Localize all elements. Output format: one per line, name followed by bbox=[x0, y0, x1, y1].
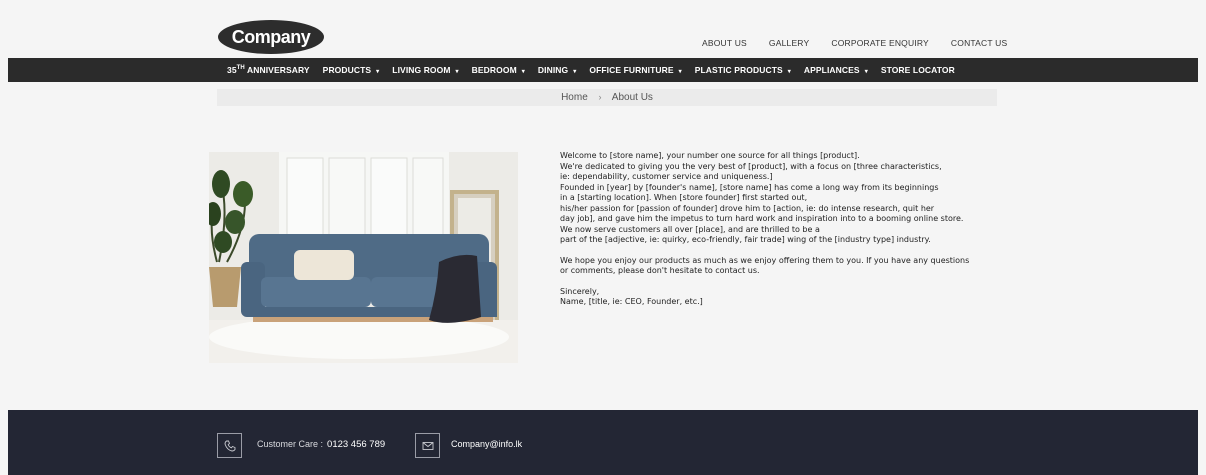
footer: Customer Care :0123 456 789 Company@info… bbox=[8, 410, 1198, 475]
nav-item-products[interactable]: PRODUCTS ▾ bbox=[323, 65, 380, 75]
nav-label: STORE LOCATOR bbox=[880, 65, 955, 75]
customer-care-phone[interactable]: 0123 456 789 bbox=[327, 439, 385, 450]
nav-item-appliances[interactable]: APPLIANCES ▾ bbox=[804, 65, 868, 75]
caret-down-icon: ▾ bbox=[787, 69, 791, 75]
anniversary-label: ANNIVERSARY bbox=[244, 65, 310, 75]
main-nav: 35th ANNIVERSARY PRODUCTS ▾ LIVING ROOM ▾ … bbox=[8, 58, 1198, 82]
about-paragraph-intro: Welcome to [store name], your number one… bbox=[560, 151, 1020, 246]
nav-item-living-room[interactable]: LIVING ROOM ▾ bbox=[392, 65, 458, 75]
customer-care-label: Customer Care : bbox=[257, 439, 324, 449]
about-line: in a [starting location]. When [store fo… bbox=[560, 193, 808, 202]
about-paragraph-enjoy: We hope you enjoy our products as much a… bbox=[560, 256, 1020, 277]
about-line: We hope you enjoy our products as much a… bbox=[560, 255, 970, 265]
caret-down-icon: ▾ bbox=[573, 69, 577, 75]
nav-label: APPLIANCES bbox=[803, 65, 860, 75]
phone-icon[interactable] bbox=[217, 433, 242, 458]
caret-down-icon: ▾ bbox=[521, 69, 525, 75]
nav-label: PRODUCTS bbox=[322, 65, 372, 75]
top-links: ABOUT US GALLERY CORPORATE ENQUIRY CONTA… bbox=[702, 38, 1029, 48]
signoff-line: Name, [title, ie: CEO, Founder, etc.] bbox=[560, 297, 703, 306]
about-line: or comments, please don't hesitate to co… bbox=[560, 266, 760, 275]
nav-label: DINING bbox=[537, 65, 569, 75]
about-line: ie: dependability, customer service and … bbox=[560, 172, 773, 181]
nav-label: PLASTIC PRODUCTS bbox=[694, 65, 783, 75]
nav-label: OFFICE FURNITURE bbox=[589, 65, 674, 75]
caret-down-icon: ▾ bbox=[678, 69, 682, 75]
about-line: Welcome to [store name], your number one… bbox=[560, 151, 860, 160]
about-line: day job], and gave him the impetus to tu… bbox=[560, 214, 964, 223]
about-line: We're dedicated to giving you the very b… bbox=[560, 161, 942, 171]
about-line: We now serve customers all over [place],… bbox=[560, 224, 820, 234]
caret-down-icon: ▾ bbox=[455, 69, 459, 75]
caret-down-icon: ▾ bbox=[376, 69, 380, 75]
about-line: Founded in [year] by [founder's name], [… bbox=[560, 182, 939, 192]
anniversary-suffix: th bbox=[236, 65, 245, 72]
breadcrumb-current: About Us bbox=[611, 92, 653, 103]
about-line: part of the [adjective, ie: quirky, eco-… bbox=[560, 235, 931, 244]
top-link-about-us[interactable]: ABOUT US bbox=[702, 38, 747, 48]
nav-item-store-locator[interactable]: STORE LOCATOR bbox=[881, 65, 955, 75]
about-signoff: Sincerely, Name, [title, ie: CEO, Founde… bbox=[560, 287, 1020, 308]
customer-care: Customer Care :0123 456 789 bbox=[257, 439, 385, 450]
top-link-contact-us[interactable]: CONTACT US bbox=[951, 38, 1007, 48]
caret-down-icon: ▾ bbox=[864, 69, 868, 75]
nav-item-anniversary[interactable]: 35th ANNIVERSARY bbox=[227, 65, 310, 75]
about-line: his/her passion for [passion of founder]… bbox=[560, 203, 935, 213]
nav-label: BEDROOM bbox=[471, 65, 517, 75]
breadcrumb-chevron-icon: › bbox=[598, 92, 602, 102]
nav-item-bedroom[interactable]: BEDROOM ▾ bbox=[472, 65, 525, 75]
sofa-photo bbox=[209, 152, 518, 363]
top-link-corporate-enquiry[interactable]: CORPORATE ENQUIRY bbox=[831, 38, 929, 48]
envelope-icon[interactable] bbox=[415, 433, 440, 458]
about-text: Welcome to [store name], your number one… bbox=[560, 151, 1020, 308]
breadcrumb-home[interactable]: Home bbox=[561, 92, 588, 103]
footer-email[interactable]: Company@info.lk bbox=[451, 439, 522, 449]
top-link-gallery[interactable]: GALLERY bbox=[769, 38, 809, 48]
nav-item-dining[interactable]: DINING ▾ bbox=[538, 65, 576, 75]
company-logo[interactable]: Company bbox=[218, 20, 324, 54]
signoff-line: Sincerely, bbox=[560, 286, 600, 296]
breadcrumb: Home › About Us bbox=[217, 89, 997, 106]
nav-item-office-furniture[interactable]: OFFICE FURNITURE ▾ bbox=[589, 65, 681, 75]
top-header: Company ABOUT US GALLERY CORPORATE ENQUI… bbox=[8, 8, 1198, 58]
nav-item-plastic-products[interactable]: PLASTIC PRODUCTS ▾ bbox=[695, 65, 791, 75]
anniversary-number: 35 bbox=[227, 65, 237, 75]
nav-label: LIVING ROOM bbox=[392, 65, 451, 75]
